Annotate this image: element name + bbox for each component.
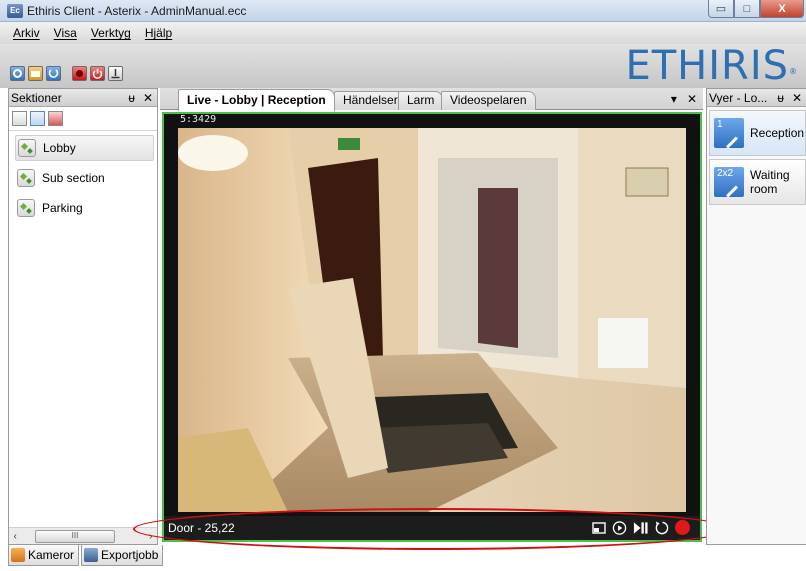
pin-icon[interactable]: ᵾ (777, 91, 784, 105)
replay-icon[interactable] (654, 520, 669, 535)
export-icon (84, 548, 99, 562)
close-icon[interactable]: ✕ (792, 91, 802, 105)
close-tab-icon[interactable]: ✕ (687, 92, 697, 106)
sections-panel-header: Sektioner ᵾ ✕ (9, 89, 157, 107)
play-icon[interactable] (612, 520, 627, 535)
camera-view[interactable]: 5:3429 Door - 25,22 (162, 112, 702, 542)
views-panel: Vyer - Lo... ᵾ ✕ 1 Reception 2x2 Waiting… (706, 88, 806, 545)
folder-icon[interactable] (28, 66, 43, 81)
app-icon: Ec (7, 3, 23, 18)
registered-mark: ® (789, 67, 798, 76)
minimize-icon: ▭ (715, 3, 727, 15)
section-icon (18, 139, 36, 157)
section-icon (17, 169, 35, 187)
tab-label: Kameror (28, 548, 75, 562)
video-control-bar: Door - 25,22 (164, 516, 700, 540)
camera-video-feed[interactable] (178, 128, 686, 512)
tab-videospelaren[interactable]: Videospelaren (441, 91, 536, 110)
tab-handelser[interactable]: Händelser (334, 91, 407, 110)
tab-live-lobby-reception[interactable]: Live - Lobby | Reception (178, 89, 335, 111)
section-label: Sub section (42, 171, 105, 185)
section-item-parking[interactable]: Parking (15, 195, 154, 221)
camera-icon (11, 548, 25, 562)
power-icon[interactable] (90, 66, 105, 81)
scroll-thumb[interactable]: III (35, 529, 115, 543)
detail-view-icon[interactable] (48, 111, 63, 126)
grid-view-icon: 2x2 (714, 167, 744, 198)
section-label: Lobby (43, 141, 76, 155)
download-icon[interactable] (108, 66, 123, 81)
view-item-reception[interactable]: 1 Reception (709, 110, 806, 156)
view-mode-buttons (9, 107, 157, 131)
tab-list-dropdown-icon[interactable]: ▾ (671, 92, 677, 106)
tab-larm[interactable]: Larm (398, 91, 444, 110)
menu-bar: Arkiv Visa Verktyg Hjälp (0, 22, 806, 44)
title-bar: Ec Ethiris Client - Asterix - AdminManua… (0, 0, 806, 22)
refresh-icon[interactable] (46, 66, 61, 81)
tab-label: Exportjobb (101, 548, 159, 562)
pin-icon[interactable]: ᵾ (128, 91, 135, 105)
view-label: Waiting room (750, 168, 790, 196)
snapshot-icon[interactable] (591, 520, 606, 535)
ethiris-logo: ETHIRIS® (625, 43, 798, 89)
record-button[interactable] (675, 520, 690, 535)
video-timestamp: 5:3429 (180, 114, 217, 125)
scroll-right-icon[interactable]: › (145, 531, 157, 542)
maximize-button[interactable]: □ (734, 0, 760, 18)
menu-visa[interactable]: Visa (47, 24, 84, 42)
views-panel-title: Vyer - Lo... (709, 90, 768, 105)
maximize-icon: □ (743, 2, 751, 15)
scroll-left-icon[interactable]: ‹ (9, 531, 21, 542)
section-label: Parking (42, 201, 83, 215)
play-pause-icon[interactable] (633, 520, 648, 535)
menu-verktyg[interactable]: Verktyg (84, 24, 138, 42)
view-item-waiting-room[interactable]: 2x2 Waiting room (709, 159, 806, 205)
single-view-icon: 1 (714, 118, 744, 149)
camera-label: Door - 25,22 (168, 521, 235, 535)
record-icon[interactable] (72, 66, 87, 81)
tree-view-icon[interactable] (12, 111, 27, 126)
tab-kameror[interactable]: Kameror (8, 545, 80, 566)
section-item-lobby[interactable]: Lobby (15, 135, 154, 161)
bottom-tab-strip: Kameror Exportjobb (8, 545, 164, 567)
toolbar: ETHIRIS® (0, 44, 806, 88)
views-panel-header: Vyer - Lo... ᵾ ✕ (707, 89, 806, 107)
live-view-area: Live - Lobby | Reception Händelser Larm … (160, 88, 703, 550)
window-title: Ethiris Client - Asterix - AdminManual.e… (27, 3, 247, 18)
close-icon: X (778, 2, 786, 15)
tab-exportjobb[interactable]: Exportjobb (81, 545, 164, 566)
list-view-icon[interactable] (30, 111, 45, 126)
document-tab-strip: Live - Lobby | Reception Händelser Larm … (160, 88, 703, 111)
view-label: Reception (750, 126, 805, 140)
sections-panel-title: Sektioner (11, 90, 62, 105)
horizontal-scrollbar[interactable]: ‹ III › (9, 527, 157, 544)
minimize-button[interactable]: ▭ (708, 0, 734, 18)
settings-icon[interactable] (10, 66, 25, 81)
close-icon[interactable]: ✕ (143, 91, 153, 105)
menu-hjalp[interactable]: Hjälp (138, 24, 179, 42)
window-controls: ▭ □ X (708, 0, 804, 18)
close-window-button[interactable]: X (760, 0, 804, 18)
menu-arkiv[interactable]: Arkiv (6, 24, 47, 42)
section-item-sub-section[interactable]: Sub section (15, 165, 154, 191)
sections-panel: Sektioner ᵾ ✕ Lobby Sub section Parking … (8, 88, 158, 545)
section-icon (17, 199, 35, 217)
